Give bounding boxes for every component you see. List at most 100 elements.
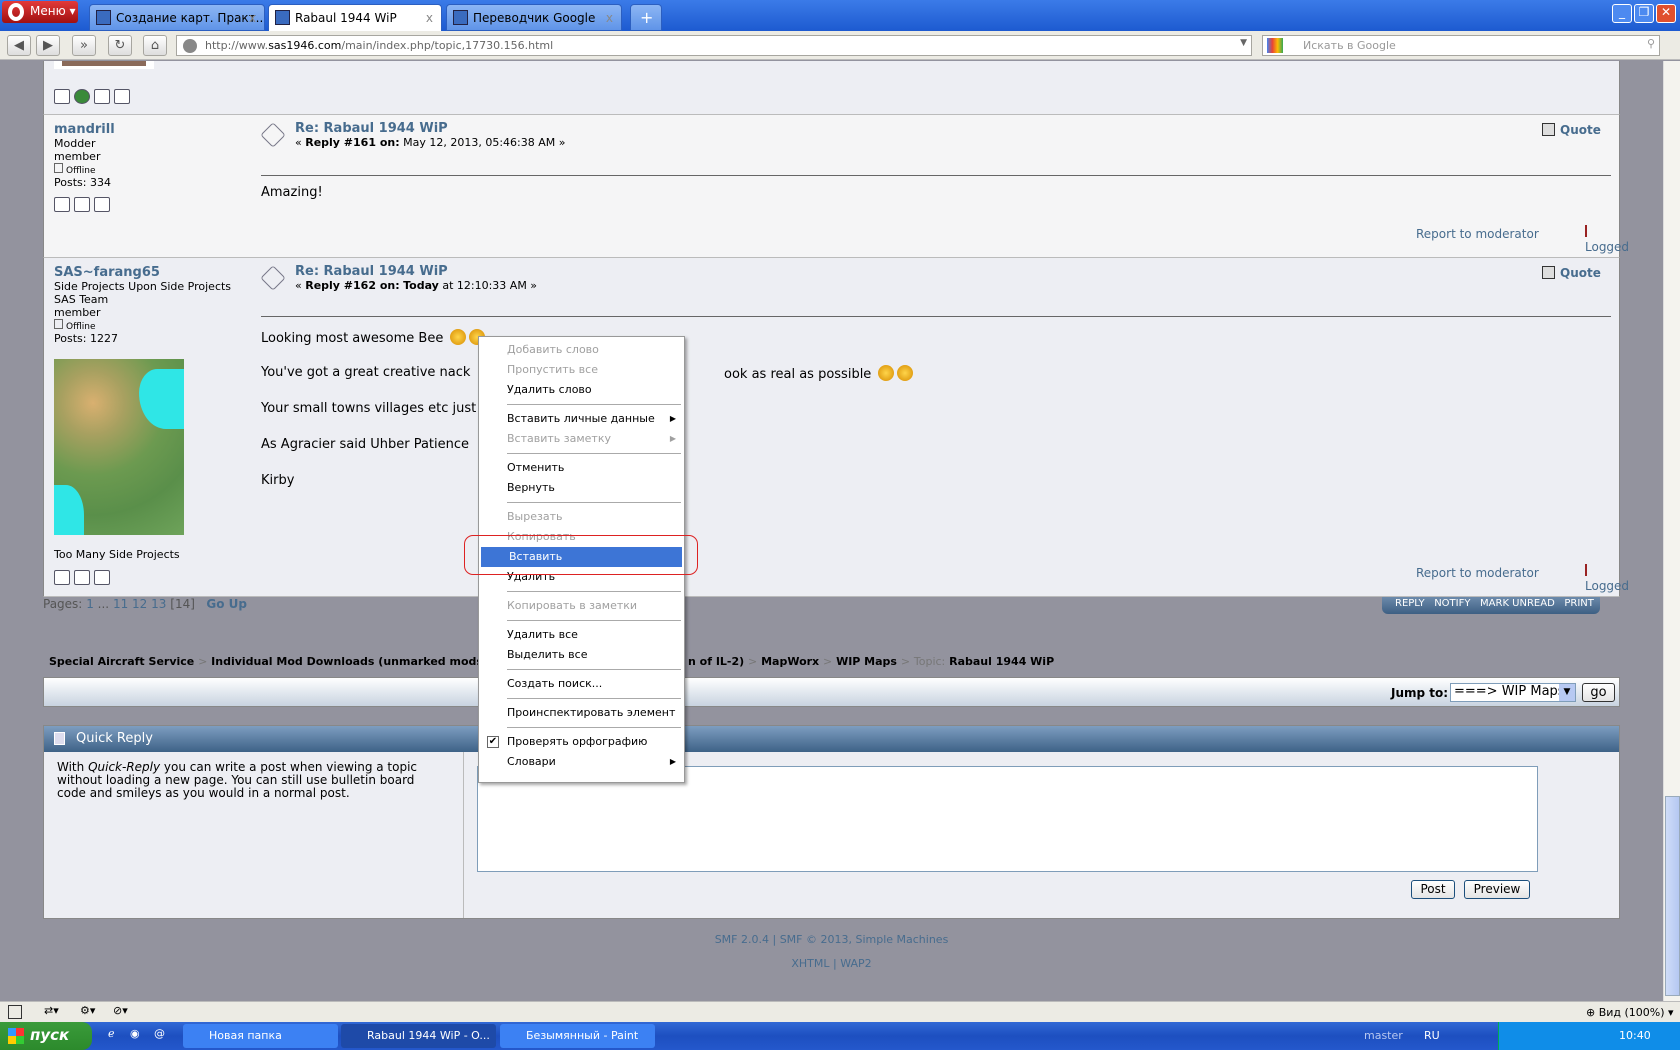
context-menu-item: Вырезать (507, 510, 563, 523)
tab-3[interactable]: Переводчик Google x (446, 4, 622, 31)
xhtml-link[interactable]: XHTML (791, 957, 829, 970)
profile-icon[interactable] (54, 197, 70, 212)
media-player-icon[interactable]: ◉ (130, 1027, 140, 1040)
search-icon[interactable]: ⚲ (1647, 37, 1655, 50)
email-icon[interactable] (74, 197, 90, 212)
context-menu-item[interactable]: Создать поиск... (479, 674, 684, 694)
breadcrumb-link[interactable]: WIP Maps (836, 655, 897, 668)
quote-button[interactable]: Quote (1542, 266, 1601, 280)
language-indicator[interactable]: RU (1424, 1029, 1440, 1042)
breadcrumb-link[interactable]: Special Aircraft Service (49, 655, 194, 668)
submenu-arrow-icon: ▶ (669, 757, 676, 766)
close-tab-icon[interactable]: x (606, 11, 613, 25)
sync-icon[interactable]: ⇄▾ (44, 1004, 59, 1017)
context-menu-item[interactable]: Вставить личные данные ▶ (479, 409, 684, 429)
context-menu-item: Добавить слово (507, 343, 599, 356)
email-icon[interactable] (74, 570, 90, 585)
google-icon (1267, 38, 1283, 53)
context-menu-item[interactable]: Удалить все (479, 625, 684, 645)
mark-unread-button[interactable]: MARK UNREAD (1480, 598, 1555, 609)
address-bar[interactable]: http://www.sas1946.com/main/index.php/to… (176, 35, 1252, 56)
page-link[interactable]: 1 (86, 597, 94, 611)
context-menu-item[interactable]: Выделить все (479, 645, 684, 665)
report-to-moderator-link[interactable]: Report to moderator (1416, 566, 1539, 580)
scrollbar-thumb[interactable] (1665, 796, 1680, 996)
context-menu-item[interactable]: Удалить слово (479, 380, 684, 400)
reply-button[interactable]: REPLY (1395, 598, 1425, 609)
dropdown-icon[interactable]: ▼ (1240, 38, 1247, 48)
reload-button[interactable]: ↻ (108, 35, 132, 56)
back-button[interactable]: ◀ (7, 35, 31, 56)
ie-icon[interactable]: ℯ (108, 1027, 115, 1040)
jump-to-select[interactable]: ===> WIP Maps ▼ (1450, 683, 1576, 702)
post-icon (260, 122, 286, 148)
post-title[interactable]: Re: Rabaul 1944 WiP (295, 121, 565, 136)
minimize-button[interactable]: _ (1612, 4, 1632, 23)
go-button[interactable]: go (1582, 683, 1615, 702)
home-button[interactable]: ⌂ (143, 35, 167, 56)
post-title[interactable]: Re: Rabaul 1944 WiP (295, 264, 537, 279)
forward-button[interactable]: ▶ (36, 35, 60, 56)
start-button[interactable]: пуск (0, 1022, 92, 1050)
author-name[interactable]: SAS~farang65 (54, 265, 231, 280)
unite-icon[interactable]: ⚙▾ (80, 1004, 95, 1017)
breadcrumb-link[interactable]: Individual Mod Downloads (unmarked mods … (211, 655, 518, 668)
opera-menu-button[interactable]: Меню ▾ (2, 1, 78, 23)
tab-1[interactable]: Создание карт. Практ... x (89, 4, 265, 31)
wap2-link[interactable]: WAP2 (840, 957, 871, 970)
print-button[interactable]: PRINT (1564, 598, 1594, 609)
taskbar-item-folder[interactable]: Новая папка (183, 1024, 338, 1048)
website-icon[interactable] (74, 89, 90, 104)
collapse-icon[interactable] (54, 732, 65, 745)
zoom-control[interactable]: ⊕ Вид (100%) ▾ (1586, 1006, 1674, 1019)
search-field[interactable]: Искать в Google ⚲ (1262, 35, 1660, 56)
quick-reply-header[interactable]: Quick Reply (44, 726, 1619, 752)
pm-icon[interactable] (114, 89, 130, 104)
toolbar-label: master (1364, 1029, 1403, 1042)
menu-separator (507, 620, 681, 621)
quick-reply-description: With Quick-Reply you can write a post wh… (57, 760, 418, 800)
smf-version-link[interactable]: SMF 2.0.4 (715, 933, 769, 946)
profile-icon[interactable] (54, 570, 70, 585)
tab-2-active[interactable]: Rabaul 1944 WiP x (268, 4, 442, 31)
offline-icon (54, 163, 63, 173)
go-up-link[interactable]: Go Up (206, 597, 247, 611)
turbo-icon[interactable]: ⊘▾ (113, 1004, 128, 1017)
close-window-button[interactable]: ✕ (1656, 4, 1676, 23)
pm-icon[interactable] (94, 570, 110, 585)
context-menu-item[interactable]: Отменить (479, 458, 684, 478)
page-link[interactable]: 12 (132, 597, 147, 611)
taskbar-item-opera[interactable]: Rabaul 1944 WiP - O... (341, 1024, 496, 1048)
post-button[interactable]: Post (1411, 880, 1455, 899)
panel-toggle-icon[interactable] (8, 1005, 22, 1019)
vertical-scrollbar[interactable] (1663, 61, 1680, 1001)
new-tab-button[interactable]: + (630, 4, 662, 31)
report-to-moderator-link[interactable]: Report to moderator (1416, 227, 1539, 241)
custom-title: Side Projects Upon Side Projects (54, 280, 232, 293)
breadcrumb-tail: n of IL-2) > MapWorx > WIP Maps > Topic:… (688, 655, 1055, 668)
breadcrumb-link[interactable]: MapWorx (761, 655, 819, 668)
fast-forward-button[interactable]: » (72, 35, 96, 56)
smf-copyright-link[interactable]: SMF © 2013, Simple Machines (780, 933, 949, 946)
preview-button[interactable]: Preview (1464, 880, 1530, 899)
post-date: at 12:10:33 AM (442, 279, 527, 292)
page-link[interactable]: 11 (113, 597, 128, 611)
post-body: Amazing! (261, 185, 323, 200)
context-menu-item[interactable]: Проверять орфографию ✔ (479, 732, 684, 752)
taskbar-item-paint[interactable]: Безымянный - Paint (500, 1024, 655, 1048)
author-name[interactable]: mandrill (54, 122, 115, 137)
restore-button[interactable]: ❐ (1634, 4, 1654, 23)
context-menu-item[interactable]: Словари ▶ (479, 752, 684, 772)
google-translate-icon (453, 10, 468, 25)
context-menu-item[interactable]: Проинспектировать элемент (479, 703, 684, 723)
pm-icon[interactable] (94, 197, 110, 212)
context-menu-item[interactable]: Вернуть (479, 478, 684, 498)
page-link[interactable]: 13 (151, 597, 166, 611)
email-icon[interactable] (94, 89, 110, 104)
close-tab-icon[interactable]: x (249, 11, 256, 25)
outlook-icon[interactable]: @ (154, 1027, 165, 1040)
notify-button[interactable]: NOTIFY (1434, 598, 1470, 609)
quote-button[interactable]: Quote (1542, 123, 1601, 137)
close-tab-icon[interactable]: x (426, 11, 433, 25)
profile-icon[interactable] (54, 89, 70, 104)
